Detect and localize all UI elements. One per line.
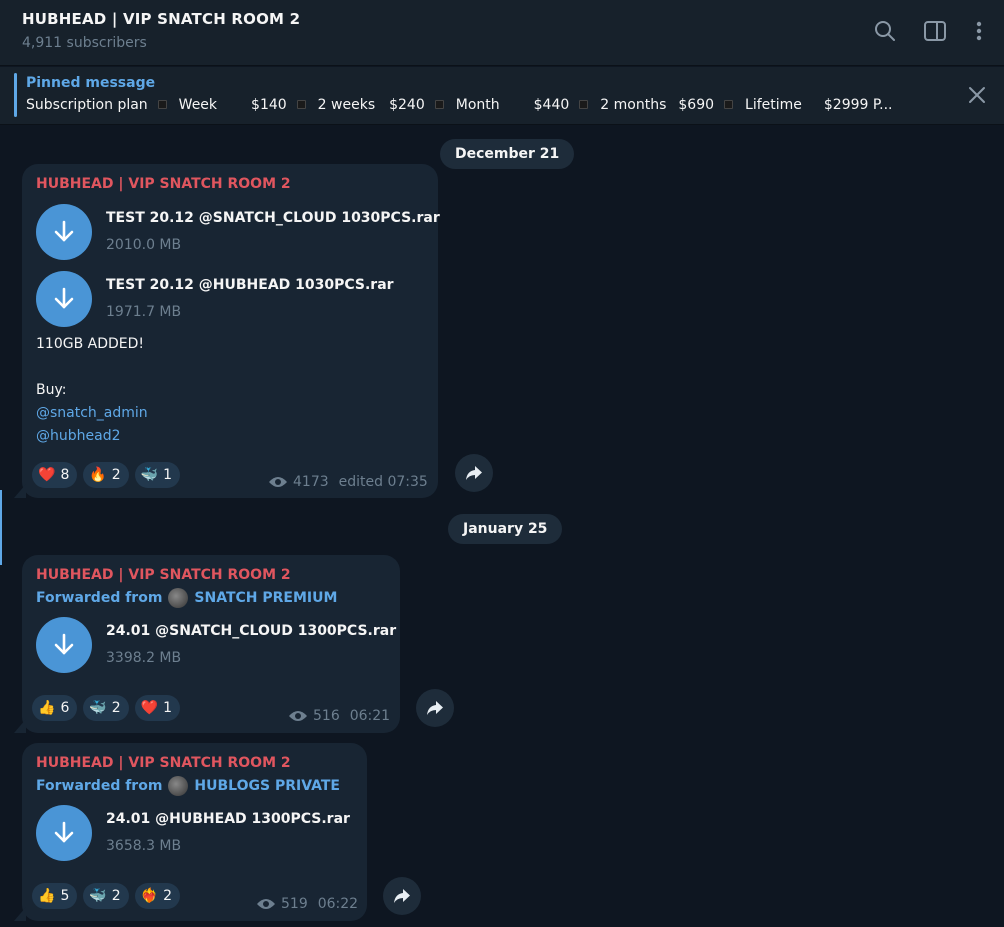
message-sender[interactable]: HUBHEAD | VIP SNATCH ROOM 2	[36, 567, 291, 583]
search-icon[interactable]	[872, 18, 898, 44]
forwarded-from[interactable]: Forwarded from HUBLOGS PRIVATE	[36, 776, 340, 796]
reaction-thumbs-up[interactable]: 👍 6	[32, 695, 78, 721]
view-count: 516	[313, 708, 340, 724]
message-bubble[interactable]: HUBHEAD | VIP SNATCH ROOM 2 Forwarded fr…	[14, 555, 400, 733]
mention-link[interactable]: @hubhead2	[36, 425, 148, 448]
pinned-label: Pinned message	[26, 75, 156, 91]
channel-avatar	[168, 588, 189, 608]
file-name: 24.01 @SNATCH_CLOUD 1300PCS.rar	[106, 623, 397, 639]
forwarded-from[interactable]: Forwarded from SNATCH PREMIUM	[36, 588, 337, 608]
message-text: 110GB ADDED! Buy: @snatch_admin @hubhead…	[36, 333, 148, 448]
bubble-tail	[14, 719, 26, 733]
date-separator: December 21	[440, 139, 575, 169]
mention-link[interactable]: @snatch_admin	[36, 402, 148, 425]
reactions-row: 👍 5 🐳 2 ❤️‍🔥 2	[32, 883, 186, 909]
share-icon[interactable]	[383, 877, 421, 915]
reactions-row: ❤️ 8 🔥 2 🐳 1	[32, 462, 186, 488]
file-name: 24.01 @HUBHEAD 1300PCS.rar	[106, 811, 350, 827]
message-bubble[interactable]: HUBHEAD | VIP SNATCH ROOM 2 TEST 20.12 @…	[14, 164, 440, 498]
message-time: 06:22	[317, 896, 359, 912]
chat-area[interactable]: December 21 HUBHEAD | VIP SNATCH ROOM 2 …	[0, 126, 1004, 927]
file-size: 1971.7 MB	[106, 304, 182, 320]
eye-icon	[257, 899, 275, 909]
close-icon[interactable]	[966, 84, 988, 106]
download-icon[interactable]	[36, 805, 92, 861]
bubble-tail	[14, 907, 26, 921]
eye-icon	[289, 711, 307, 721]
message-time: 06:21	[349, 708, 391, 724]
share-icon[interactable]	[455, 454, 493, 492]
file-attachment[interactable]: TEST 20.12 @SNATCH_CLOUD 1030PCS.rar 201…	[36, 204, 456, 262]
message-sender[interactable]: HUBHEAD | VIP SNATCH ROOM 2	[36, 755, 291, 771]
eye-icon	[269, 477, 287, 487]
reaction-whale[interactable]: 🐳 1	[134, 462, 181, 488]
reaction-whale[interactable]: 🐳 2	[83, 883, 129, 909]
download-icon[interactable]	[36, 271, 92, 327]
bubble-tail	[14, 484, 26, 498]
download-icon[interactable]	[36, 204, 92, 260]
file-size: 2010.0 MB	[106, 237, 182, 253]
view-count: 4173	[293, 474, 329, 490]
message-time: edited 07:35	[338, 474, 428, 490]
message-meta: 516 06:21	[288, 708, 390, 724]
channel-avatar	[168, 776, 189, 796]
sidebar-toggle-icon[interactable]	[922, 18, 948, 44]
channel-title[interactable]: HUBHEAD | VIP SNATCH ROOM 2	[22, 10, 300, 28]
download-icon[interactable]	[36, 617, 92, 673]
reaction-heart-on-fire[interactable]: ❤️‍🔥 2	[134, 883, 181, 909]
message-meta: 519 06:22	[256, 896, 358, 912]
file-name: TEST 20.12 @HUBHEAD 1030PCS.rar	[106, 277, 394, 293]
pinned-message-bar[interactable]: Pinned message Subscription plan Week $140…	[0, 67, 1004, 125]
reactions-row: 👍 6 🐳 2 ❤️ 1	[32, 695, 186, 721]
view-count: 519	[281, 896, 308, 912]
reaction-fire[interactable]: 🔥 2	[83, 462, 129, 488]
file-attachment[interactable]: 24.01 @HUBHEAD 1300PCS.rar 3658.3 MB	[36, 805, 456, 863]
message-sender[interactable]: HUBHEAD | VIP SNATCH ROOM 2	[36, 176, 291, 192]
reaction-whale[interactable]: 🐳 2	[83, 695, 129, 721]
file-attachment[interactable]: 24.01 @SNATCH_CLOUD 1300PCS.rar 3398.2 M…	[36, 617, 456, 675]
file-size: 3658.3 MB	[106, 838, 182, 854]
file-attachment[interactable]: TEST 20.12 @HUBHEAD 1030PCS.rar 1971.7 M…	[36, 271, 456, 329]
chat-header: HUBHEAD | VIP SNATCH ROOM 2 4,911 subscr…	[0, 0, 1004, 66]
subscriber-count: 4,911 subscribers	[22, 35, 147, 51]
reaction-heart[interactable]: ❤️ 1	[134, 695, 181, 721]
reaction-heart[interactable]: ❤️ 8	[32, 462, 78, 488]
share-icon[interactable]	[416, 689, 454, 727]
pinned-indicator	[14, 73, 17, 117]
reaction-thumbs-up[interactable]: 👍 5	[32, 883, 78, 909]
message-bubble[interactable]: HUBHEAD | VIP SNATCH ROOM 2 Forwarded fr…	[14, 743, 367, 921]
more-vertical-icon[interactable]	[966, 18, 992, 44]
file-size: 3398.2 MB	[106, 650, 182, 666]
message-meta: 4173 edited 07:35	[268, 474, 428, 490]
date-separator: January 25	[448, 514, 563, 544]
pinned-text: Subscription plan Week $140 2 weeks $240 Mont…	[26, 97, 893, 113]
file-name: TEST 20.12 @SNATCH_CLOUD 1030PCS.rar	[106, 210, 440, 226]
